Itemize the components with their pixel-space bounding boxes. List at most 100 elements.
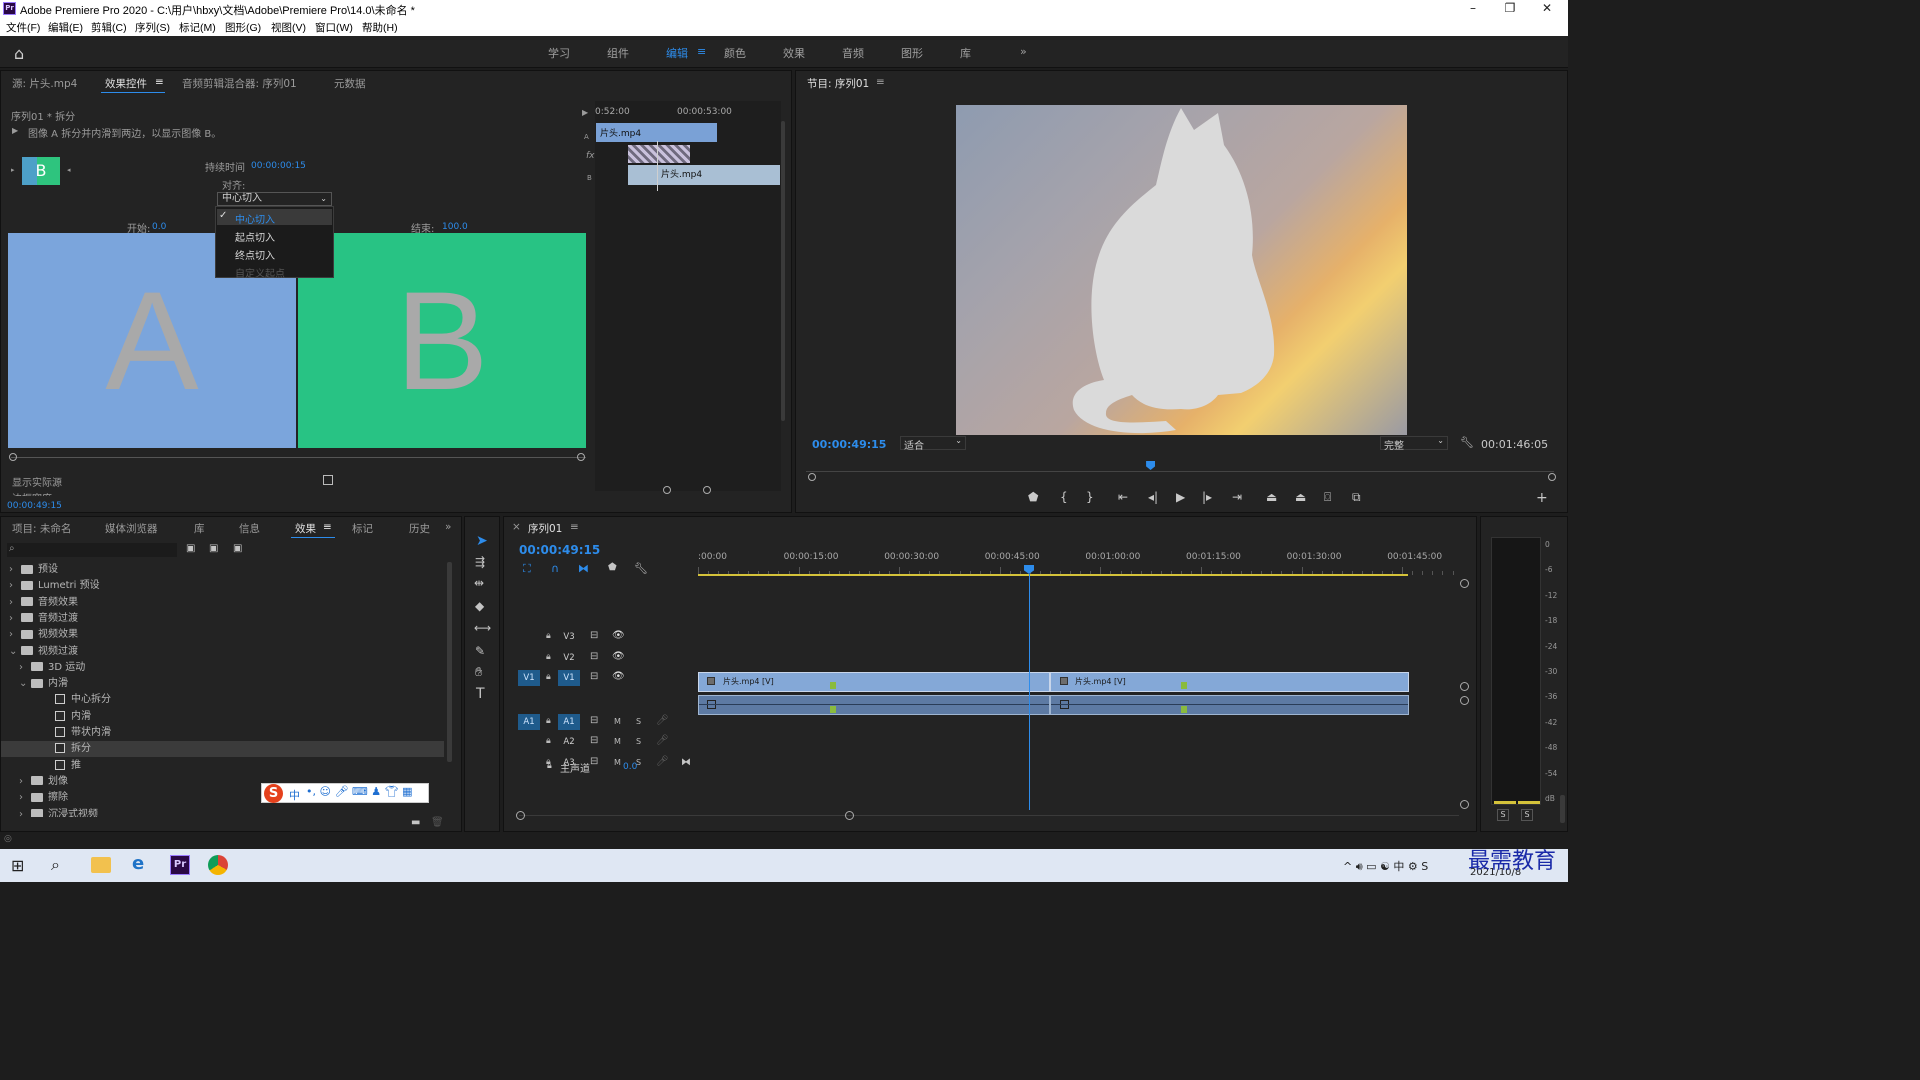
mute-button[interactable]: M <box>614 717 621 726</box>
chevron-right-icon[interactable]: › <box>19 807 31 818</box>
32bit-effects-icon[interactable]: ▣ <box>209 543 218 554</box>
more-panels-icon[interactable]: » <box>445 521 451 533</box>
razor-tool-icon[interactable]: ◆ <box>475 599 484 613</box>
chevron-right-icon[interactable]: › <box>19 774 31 790</box>
minimize-button[interactable]: – <box>1456 0 1490 18</box>
start-value[interactable]: 0.0 <box>152 222 166 232</box>
mini-clip-a[interactable]: 片头.mp4 <box>596 123 717 142</box>
timeline-title[interactable]: 序列01 <box>528 521 562 536</box>
button-editor-plus-icon[interactable]: + <box>1536 490 1548 506</box>
track-lock-icon[interactable]: 🔒︎ <box>546 736 551 746</box>
voiceover-mic-icon[interactable]: 🎤︎ <box>656 735 669 746</box>
effects-scrollbar[interactable] <box>447 562 452 762</box>
mute-button[interactable]: M <box>614 758 621 767</box>
menu-view[interactable]: 视图(V) <box>271 20 306 35</box>
tab-libraries[interactable]: 库 <box>194 521 205 536</box>
workspace-learn[interactable]: 学习 <box>548 45 570 61</box>
lift-icon[interactable]: ⏏ <box>1266 490 1277 504</box>
timeline-settings-wrench-icon[interactable]: 🔧︎ <box>634 562 648 575</box>
thumb-left-arrow-icon[interactable]: ▸ <box>11 166 15 174</box>
timeline-h-scrollbar[interactable] <box>519 815 1459 816</box>
program-video-frame[interactable] <box>956 105 1407 435</box>
tab-info[interactable]: 信息 <box>239 521 260 536</box>
workspace-graphics[interactable]: 图形 <box>901 45 923 61</box>
chevron-right-icon[interactable]: › <box>9 611 21 627</box>
program-zoom-left-handle[interactable] <box>808 473 816 481</box>
menu-graphics[interactable]: 图形(G) <box>225 20 261 35</box>
menu-edit[interactable]: 编辑(E) <box>48 20 83 35</box>
chevron-right-icon[interactable]: › <box>19 790 31 806</box>
track-target-a2[interactable]: A2 <box>558 734 580 750</box>
tab-source[interactable]: 源: 片头.mp4 <box>12 76 77 91</box>
chrome-icon[interactable] <box>208 855 228 875</box>
preview-play-icon[interactable]: ▶ <box>12 126 18 135</box>
home-icon[interactable]: ⌂ <box>14 44 24 63</box>
system-tray-icons[interactable]: ^ 🔊︎ ▭ ☯ 中 ⚙ S <box>1343 858 1428 874</box>
step-back-icon[interactable]: ◂| <box>1148 490 1158 504</box>
tab-metadata[interactable]: 元数据 <box>334 76 366 91</box>
ime-toolbar[interactable]: S 中 •, ☺ 🎤︎ ⌨ ♟ 👕︎ ▦ <box>261 783 429 803</box>
tree-effect-item[interactable]: 拆分 <box>1 741 444 758</box>
sync-lock-icon[interactable]: ⊟ <box>590 651 598 662</box>
chevron-right-icon[interactable]: › <box>9 595 21 611</box>
voiceover-mic-icon[interactable]: 🎤︎ <box>656 756 669 767</box>
close-tab-icon[interactable]: × <box>512 521 521 533</box>
pen-tool-icon[interactable]: ✎ <box>475 644 485 658</box>
work-area-bar[interactable] <box>698 574 1408 576</box>
tree-folder[interactable]: ⌄ 视频过渡 <box>1 644 444 660</box>
v-zoom-top-handle[interactable] <box>1460 579 1469 588</box>
ime-mode[interactable]: 中 <box>289 787 300 803</box>
hand-tool-icon[interactable]: ✋︎ <box>475 665 482 680</box>
ripple-edit-tool-icon[interactable]: ⇹ <box>474 576 484 590</box>
track-lock-icon[interactable]: 🔒︎ <box>546 716 551 726</box>
track-target-a1[interactable]: A1 <box>558 713 580 730</box>
go-to-in-icon[interactable]: ⇤ <box>1118 490 1128 504</box>
tree-folder[interactable]: › 音频效果 <box>1 595 444 611</box>
mini-zoom-right-handle[interactable] <box>703 486 711 494</box>
program-zoom-right-handle[interactable] <box>1548 473 1556 481</box>
master-lock-icon[interactable]: 🔒︎ <box>547 761 552 771</box>
workspace-color[interactable]: 颜色 <box>724 45 746 61</box>
mini-zoom-left-handle[interactable] <box>663 486 671 494</box>
menu-help[interactable]: 帮助(H) <box>362 20 398 35</box>
wrench-icon[interactable]: 🔧︎ <box>1460 436 1474 449</box>
tree-effect-item[interactable]: 推 <box>1 758 444 774</box>
menu-marker[interactable]: 标记(M) <box>179 20 216 35</box>
thumb-right-arrow-icon[interactable]: ◂ <box>67 166 71 174</box>
quality-select[interactable]: 完整 ⌄ <box>1380 436 1448 452</box>
yuv-effects-icon[interactable]: ▣ <box>233 543 242 554</box>
a-zoom-bottom-handle[interactable] <box>1460 800 1469 809</box>
play-icon[interactable]: ▶ <box>1176 490 1185 504</box>
align-option-center[interactable]: 中心切入 <box>235 211 275 226</box>
timeline-menu-icon[interactable]: ≡ <box>570 521 579 533</box>
file-explorer-icon[interactable] <box>91 857 111 873</box>
meter-solo-left[interactable]: S <box>1497 809 1509 821</box>
preview-slider-track[interactable] <box>11 457 586 458</box>
mark-in-icon[interactable]: { <box>1060 490 1068 504</box>
align-select[interactable]: 中心切入 ⌄ <box>217 192 332 206</box>
workspace-assembly[interactable]: 组件 <box>607 45 629 61</box>
go-to-out-icon[interactable]: ⇥ <box>1232 490 1242 504</box>
master-volume-value[interactable]: 0.0 <box>623 762 637 772</box>
meter-scrollbar[interactable] <box>1560 795 1565 823</box>
extract-icon[interactable]: ⏏ <box>1295 490 1306 504</box>
tree-folder[interactable]: › 预设 <box>1 562 444 578</box>
close-button[interactable]: ✕ <box>1530 0 1564 18</box>
video-clip-2[interactable]: 片头.mp4 [V] <box>1050 672 1409 692</box>
tree-folder[interactable]: › 音频过渡 <box>1 611 444 627</box>
effects-panel-menu-icon[interactable]: ≡ <box>323 521 332 533</box>
duration-value[interactable]: 00:00:00:15 <box>251 161 306 171</box>
chevron-right-icon[interactable]: › <box>9 627 21 643</box>
timeline-playhead-line[interactable] <box>1029 574 1030 810</box>
v-zoom-mid-handle[interactable] <box>1460 682 1469 691</box>
solo-button[interactable]: S <box>636 737 641 746</box>
eye-icon[interactable]: 👁︎ <box>612 671 625 682</box>
meter-solo-right[interactable]: S <box>1521 809 1533 821</box>
track-lock-icon[interactable]: 🔒︎ <box>546 672 551 682</box>
program-playhead[interactable] <box>1146 461 1156 470</box>
more-workspaces-icon[interactable]: » <box>1020 45 1027 58</box>
program-panel-menu-icon[interactable]: ≡ <box>876 76 885 88</box>
maximize-button[interactable]: ❐ <box>1493 0 1527 18</box>
workspace-audio[interactable]: 音频 <box>842 45 864 61</box>
track-select-tool-icon[interactable]: ⇶ <box>475 555 485 569</box>
